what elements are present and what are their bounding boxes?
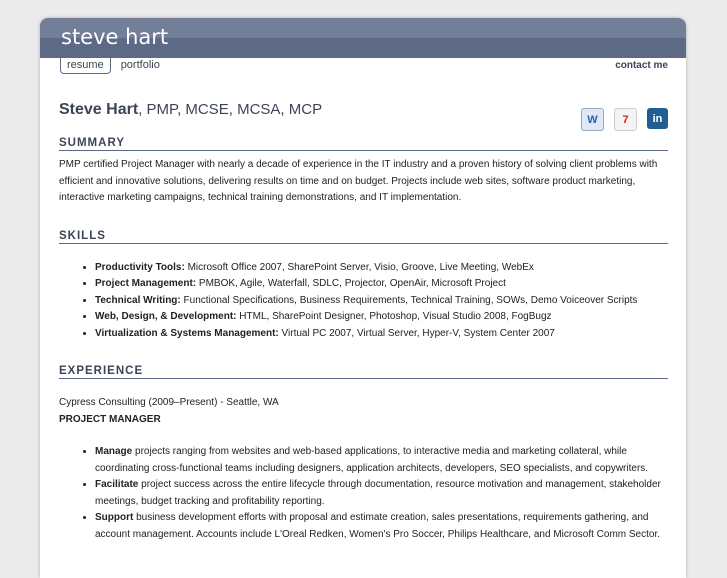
list-item: Project Management: PMBOK, Agile, Waterf… [95, 276, 668, 293]
nav-resume[interactable]: resume [60, 58, 111, 74]
contact-me-link[interactable]: contact me [615, 60, 668, 71]
site-title[interactable]: steve hart [61, 25, 168, 49]
word-doc-icon[interactable]: W [581, 108, 604, 131]
list-item: Technical Writing: Functional Specificat… [95, 293, 668, 310]
page-title: Steve Hart, PMP, MCSE, MCSA, MCP [59, 101, 322, 119]
credentials: , PMP, MCSE, MCSA, MCP [138, 101, 323, 118]
linkedin-icon[interactable]: in [647, 108, 668, 129]
skills-heading: SKILLS [59, 229, 668, 244]
pdf-icon[interactable]: 7 [614, 108, 637, 131]
summary-text: PMP certified Project Manager with nearl… [59, 159, 658, 203]
company: Cypress Consulting (2009–Present) - Seat… [59, 397, 279, 408]
list-item: Support business development efforts wit… [95, 510, 668, 543]
name: Steve Hart [59, 101, 139, 118]
role: PROJECT MANAGER [59, 413, 161, 425]
list-item: Manage projects ranging from websites an… [95, 444, 668, 477]
list-item: Virtualization & Systems Management: Vir… [95, 326, 668, 343]
experience-list: Manage projects ranging from websites an… [59, 444, 668, 543]
list-item: Web, Design, & Development: HTML, ShareP… [95, 309, 668, 326]
list-item: Facilitate project success across the en… [95, 477, 668, 510]
site-header: steve hart [40, 18, 686, 58]
download-icons: W 7 in [581, 108, 668, 131]
summary-heading: SUMMARY [59, 136, 668, 151]
resume-content: SUMMARY PMP certified Project Manager wi… [59, 136, 668, 543]
nav: resume portfolio [60, 58, 160, 74]
list-item: Productivity Tools: Microsoft Office 200… [95, 260, 668, 277]
resume-card: steve hart resume portfolio contact me St… [40, 18, 686, 578]
nav-portfolio[interactable]: portfolio [121, 59, 160, 71]
skills-list: Productivity Tools: Microsoft Office 200… [59, 260, 668, 343]
experience-heading: EXPERIENCE [59, 364, 668, 379]
